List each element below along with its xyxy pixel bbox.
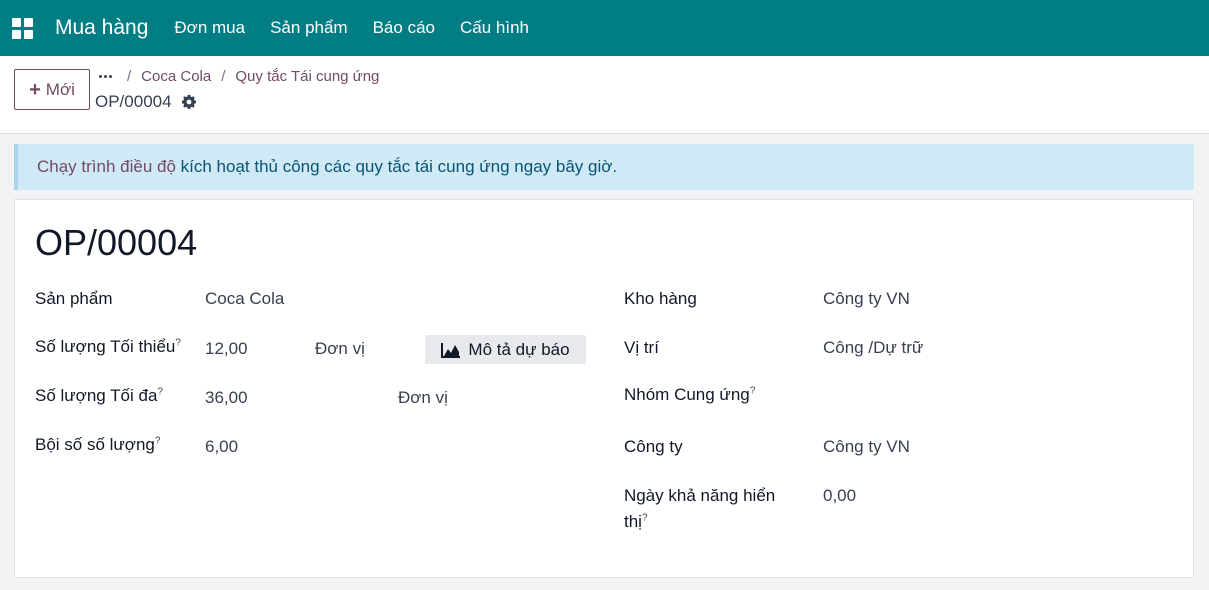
app-name[interactable]: Mua hàng: [55, 16, 148, 40]
max-qty-field[interactable]: 36,00: [205, 388, 248, 408]
product-label: Sản phẩm: [35, 289, 113, 308]
breadcrumb-reordering-rules[interactable]: Quy tắc Tái cung ứng: [235, 68, 379, 85]
help-tooltip-icon[interactable]: ?: [157, 386, 163, 397]
location-label: Vị trí: [624, 338, 659, 357]
nav-item-configuration[interactable]: Cấu hình: [460, 18, 529, 38]
nav-item-products[interactable]: Sản phẩm: [270, 18, 348, 38]
max-qty-uom: Đơn vị: [398, 388, 448, 407]
min-qty-label-text: Số lượng Tối thiểu: [35, 337, 176, 356]
top-navbar: Mua hàng Đơn mua Sản phẩm Báo cáo Cấu hì…: [0, 0, 1209, 56]
more-breadcrumbs-icon[interactable]: [99, 74, 112, 78]
form-sheet: OP/00004 Sản phẩm Coca Cola Số lượng Tối…: [14, 199, 1194, 578]
max-qty-label: Số lượng Tối đa?: [35, 386, 163, 406]
help-tooltip-icon[interactable]: ?: [750, 385, 756, 396]
record-name: OP/00004: [95, 92, 172, 111]
help-tooltip-icon[interactable]: ?: [642, 512, 648, 523]
gear-icon[interactable]: [181, 94, 197, 110]
new-button-label: Mới: [45, 79, 75, 99]
qty-multiple-label: Bội số số lượng?: [35, 435, 160, 455]
breadcrumb-separator: /: [221, 67, 226, 85]
min-qty-uom: Đơn vị: [315, 339, 365, 358]
alert-text: kích hoạt thủ công các quy tắc tái cung …: [175, 157, 618, 176]
info-alert: Chạy trình điều độ kích hoạt thủ công cá…: [14, 144, 1194, 190]
area-chart-icon: [441, 342, 461, 358]
help-tooltip-icon[interactable]: ?: [175, 337, 181, 348]
visibility-days-label-line2: thị?: [624, 512, 648, 532]
record-title: OP/00004: [35, 222, 198, 263]
min-qty-label: Số lượng Tối thiểu?: [35, 337, 181, 357]
apps-menu-icon[interactable]: [12, 17, 33, 39]
visibility-days-label-text: thị: [624, 512, 642, 531]
run-scheduler-link[interactable]: Chạy trình điều độ: [37, 157, 176, 177]
min-qty-field[interactable]: 12,00: [205, 339, 248, 359]
procurement-group-label-text: Nhóm Cung ứng: [624, 385, 750, 404]
product-field[interactable]: Coca Cola: [205, 289, 284, 309]
company-label: Công ty: [624, 437, 683, 456]
new-button[interactable]: + Mới: [14, 69, 90, 110]
visibility-days-label-line1: Ngày khả năng hiển: [624, 486, 776, 505]
max-qty-label-text: Số lượng Tối đa: [35, 386, 158, 405]
nav-item-purchase-orders[interactable]: Đơn mua: [174, 18, 245, 38]
procurement-group-label: Nhóm Cung ứng?: [624, 385, 755, 405]
breadcrumb: / Coca Cola / Quy tắc Tái cung ứng: [99, 66, 389, 86]
help-tooltip-icon[interactable]: ?: [155, 435, 161, 446]
qty-multiple-field[interactable]: 6,00: [205, 437, 238, 457]
nav-item-reporting[interactable]: Báo cáo: [373, 18, 435, 38]
warehouse-field[interactable]: Công ty VN: [823, 289, 910, 309]
breadcrumb-product[interactable]: Coca Cola: [141, 68, 211, 85]
visibility-days-field[interactable]: 0,00: [823, 486, 856, 506]
forecast-button[interactable]: Mô tả dự báo: [425, 335, 586, 364]
breadcrumb-separator: /: [127, 67, 132, 85]
company-field[interactable]: Công ty VN: [823, 437, 910, 457]
location-field[interactable]: Công /Dự trữ: [823, 338, 923, 358]
forecast-button-label: Mô tả dự báo: [468, 339, 570, 359]
current-record: OP/00004: [95, 92, 197, 112]
control-panel: + Mới / Coca Cola / Quy tắc Tái cung ứng…: [0, 56, 1209, 134]
warehouse-label: Kho hàng: [624, 289, 697, 308]
plus-icon: +: [29, 78, 41, 101]
qty-multiple-label-text: Bội số số lượng: [35, 435, 155, 454]
